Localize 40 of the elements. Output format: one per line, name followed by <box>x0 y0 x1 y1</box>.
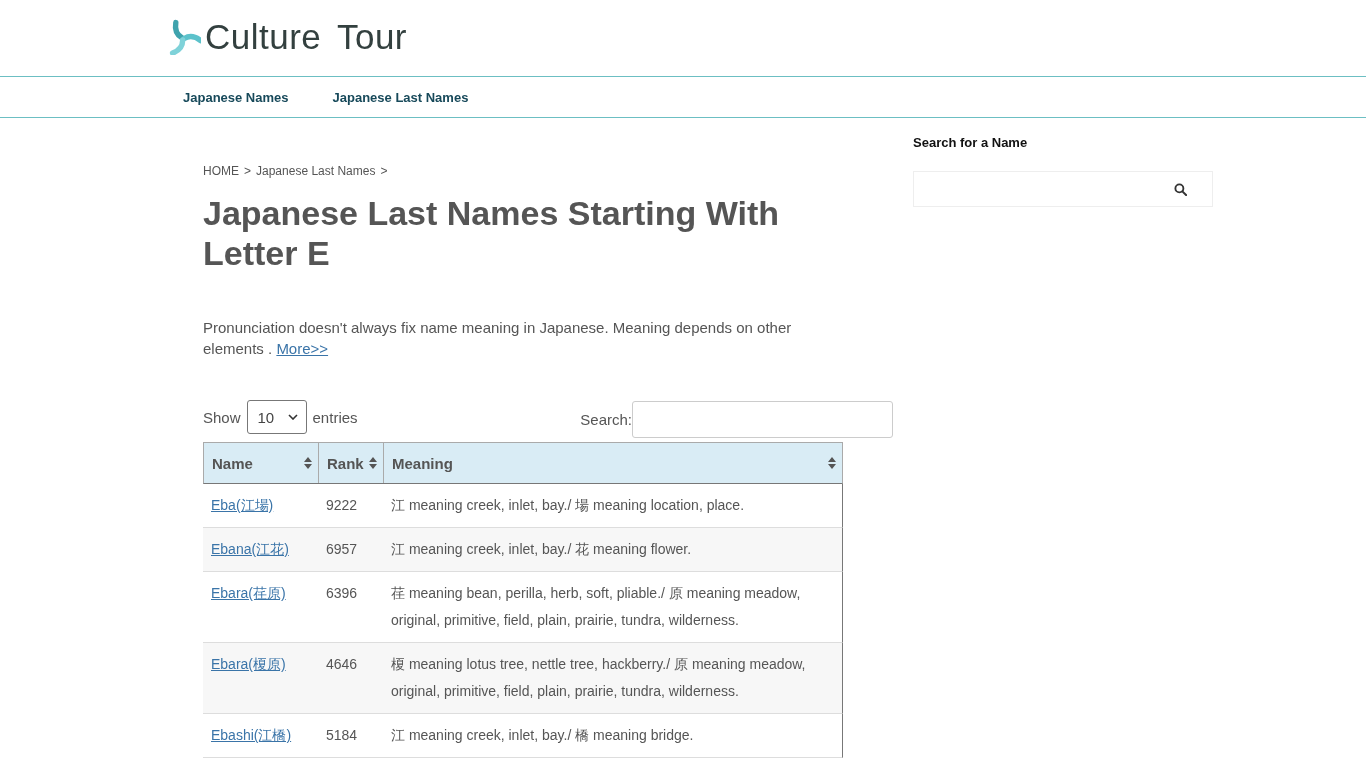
rank-cell-text: 4646 <box>325 655 359 674</box>
site-name[interactable]: Culture Tour <box>205 17 407 57</box>
rank-cell-text: 5184 <box>325 726 359 745</box>
rank-cell-text: 9222 <box>325 496 359 515</box>
meaning-cell-text: 江 meaning creek, inlet, bay./ 花 meaning flower. <box>390 540 693 559</box>
sort-icon <box>304 457 312 469</box>
search-icon <box>1174 182 1187 196</box>
page-size-select[interactable]: 10 <box>246 400 307 434</box>
column-header[interactable]: Meaning <box>384 443 842 483</box>
name-link[interactable]: Ebana(江花) <box>211 541 289 557</box>
breadcrumb-link[interactable]: HOME <box>203 162 239 180</box>
nav-link[interactable]: Japanese Last Names <box>332 89 469 105</box>
search-label: Search: <box>580 411 632 428</box>
meaning-cell-text: 江 meaning creek, inlet, bay./ 橋 meaning bridge. <box>390 726 695 745</box>
column-header[interactable]: Rank <box>319 443 384 483</box>
page-title: Japanese Last Names Starting With Letter E <box>203 193 780 273</box>
meaning-cell-text: 江 meaning creek, inlet, bay./ 場 meaning location, place. <box>390 496 746 515</box>
more-link[interactable]: More>> <box>276 340 329 357</box>
rank-cell-text: 6957 <box>325 540 359 559</box>
breadcrumb-separator: > <box>380 163 388 180</box>
show-label: Show <box>203 408 241 426</box>
name-link[interactable]: Ebara(荏原) <box>211 585 286 601</box>
caret-icon <box>287 414 298 420</box>
nav-link[interactable]: Japanese Names <box>183 89 289 105</box>
sort-icon <box>369 457 377 469</box>
rank-cell-text: 6396 <box>325 584 359 603</box>
breadcrumb-separator: > <box>244 163 251 180</box>
entries-label: entries <box>312 408 358 426</box>
sort-icon <box>828 457 836 469</box>
name-link[interactable]: Ebara(榎原) <box>211 656 286 672</box>
breadcrumb-link[interactable]: Japanese Last Names <box>256 162 376 180</box>
sidebar-title: Search for a Name <box>913 134 1029 152</box>
table-search-field[interactable] <box>632 401 893 438</box>
column-header[interactable]: Name <box>204 443 319 483</box>
name-link[interactable]: Ebashi(江橋) <box>211 727 292 743</box>
intro-text: Pronunciation doesn't always fix name meaning in Japanese. Meaning depends on other elements . More>> <box>203 318 793 359</box>
name-link[interactable]: Eba(江場) <box>211 497 274 513</box>
meaning-cell-text: 榎 meaning lotus tree, nettle tree, hackberry./ 原 meaning meadow, original, primitive, field, plain, prairie, tundra, wilderness. <box>390 655 807 701</box>
name-search-field[interactable] <box>913 171 1213 207</box>
meaning-cell-text: 荏 meaning bean, perilla, herb, soft, pliable./ 原 meaning meadow, original, primitive, field, plain, prairie, tundra, wilderness. <box>390 584 802 630</box>
